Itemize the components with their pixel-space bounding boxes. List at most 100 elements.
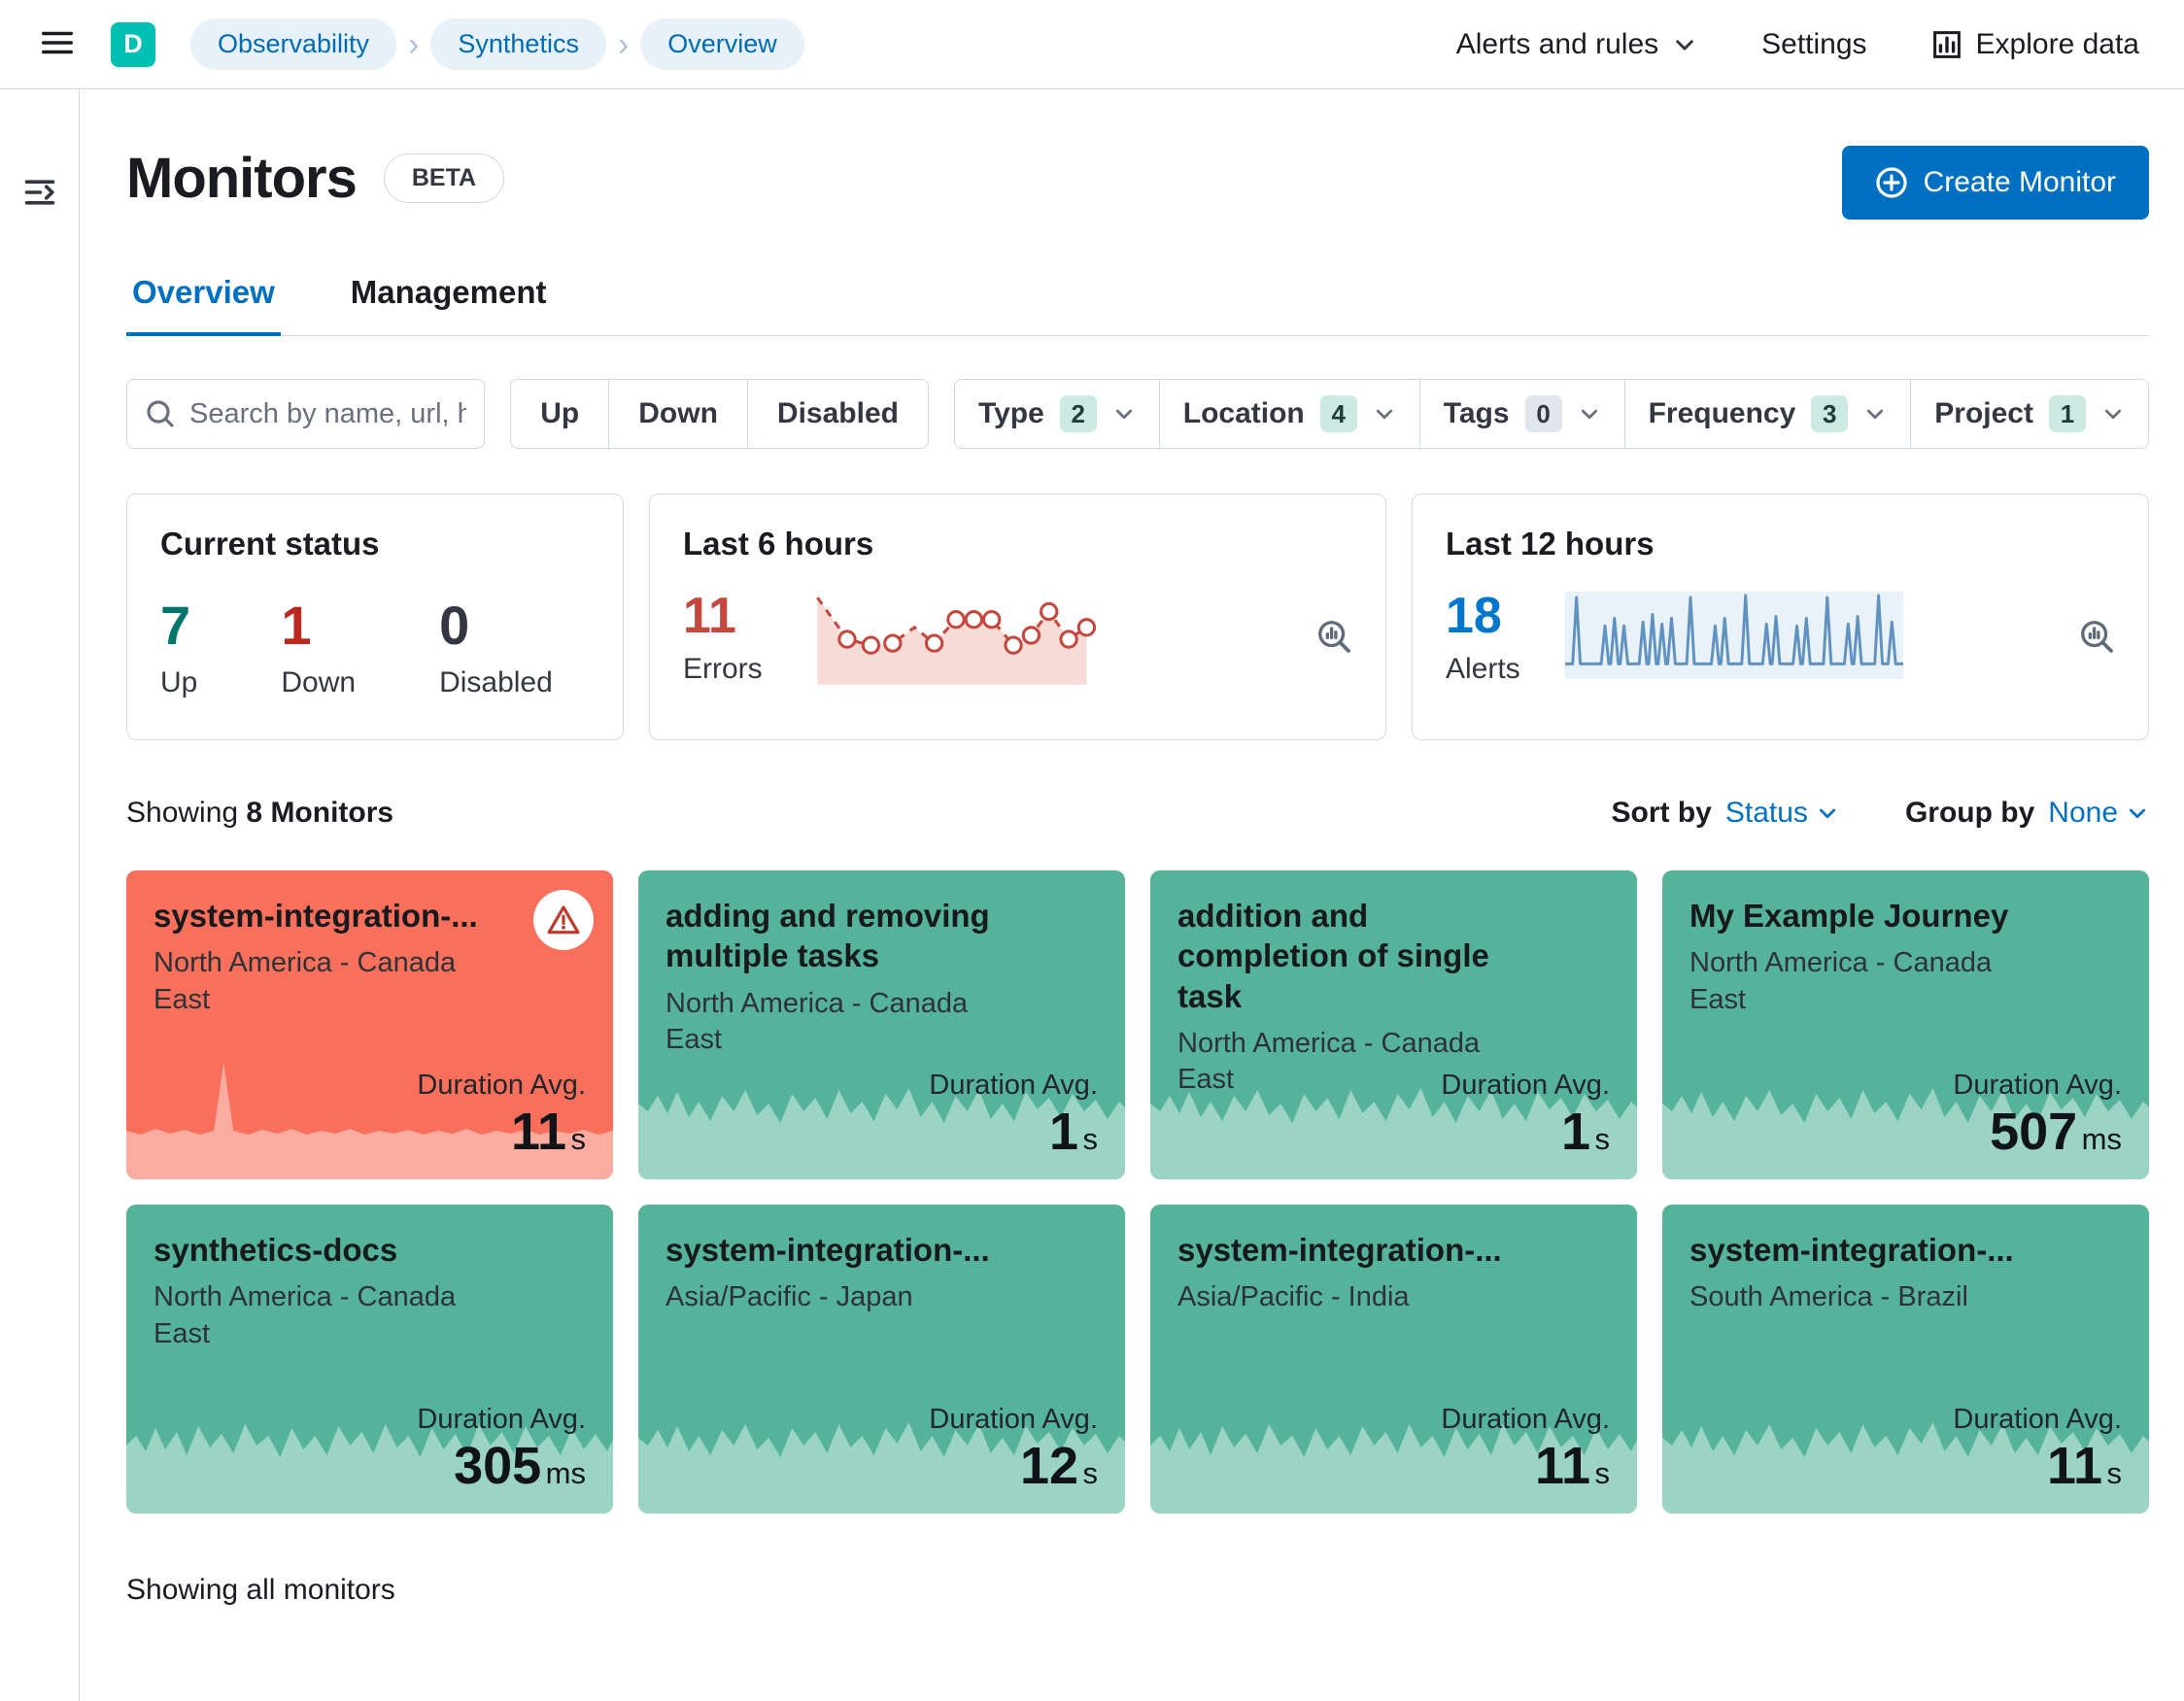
breadcrumb-synthetics[interactable]: Synthetics bbox=[430, 18, 606, 70]
filter-down-button[interactable]: Down bbox=[608, 379, 748, 449]
duration-average: Duration Avg. 1 s bbox=[1441, 1070, 1610, 1162]
showing-all-monitors-text: Showing all monitors bbox=[126, 1574, 395, 1606]
monitor-name: addition and completion of single task bbox=[1177, 898, 1489, 1014]
beta-badge: BETA bbox=[383, 153, 505, 203]
search-box[interactable] bbox=[126, 379, 486, 449]
group-by-select[interactable]: None bbox=[2048, 797, 2149, 830]
alerts-and-rules-menu[interactable]: Alerts and rules bbox=[1456, 28, 1697, 61]
tab-management[interactable]: Management bbox=[345, 274, 553, 336]
stat-disabled-label: Disabled bbox=[439, 666, 553, 698]
expand-sidebar-button[interactable] bbox=[22, 175, 57, 213]
search-icon bbox=[145, 398, 176, 429]
showing-count: Showing 8 Monitors bbox=[126, 797, 393, 830]
top-nav: Alerts and rules Settings Explore data bbox=[1456, 28, 2139, 61]
monitor-card[interactable]: synthetics-docs North America - Canada E… bbox=[126, 1205, 613, 1514]
monitor-card[interactable]: My Example Journey North America - Canad… bbox=[1662, 870, 2149, 1179]
group-by-label: Group by bbox=[1904, 797, 2035, 829]
monitor-name: system-integration-... bbox=[1177, 1232, 1502, 1268]
stat-up-label: Up bbox=[160, 666, 198, 698]
monitor-location: Asia/Pacific - Japan bbox=[665, 1281, 913, 1313]
duration-value: 11 bbox=[1534, 1437, 1591, 1495]
last-6-hours-panel: Last 6 hours 11 Errors bbox=[649, 493, 1386, 740]
duration-average-label: Duration Avg. bbox=[1953, 1070, 2122, 1101]
filter-location-dropdown[interactable]: Location 4 bbox=[1158, 379, 1420, 449]
errors-sparkline-chart bbox=[815, 596, 1096, 685]
main-content: Monitors BETA Create Monitor Overview Ma… bbox=[80, 89, 2184, 1701]
filter-project-dropdown[interactable]: Project 1 bbox=[1910, 379, 2149, 449]
filter-bar: Up Down Disabled Type 2 Location 4 bbox=[126, 379, 2149, 449]
filter-disabled-button[interactable]: Disabled bbox=[746, 379, 929, 449]
breadcrumb-separator-icon: › bbox=[408, 25, 420, 63]
stat-down-value: 1 bbox=[281, 595, 312, 656]
main-menu-button[interactable] bbox=[39, 24, 76, 64]
filter-tags-dropdown[interactable]: Tags 0 bbox=[1418, 379, 1625, 449]
breadcrumb-observability[interactable]: Observability bbox=[190, 18, 397, 70]
showing-prefix: Showing bbox=[126, 797, 239, 829]
sort-by-select[interactable]: Status bbox=[1725, 797, 1839, 830]
monitor-card[interactable]: system-integration-... Asia/Pacific - In… bbox=[1150, 1205, 1637, 1514]
stat-disabled: 0 Disabled bbox=[439, 594, 553, 699]
sort-by-value: Status bbox=[1724, 797, 1808, 829]
monitor-name: My Example Journey bbox=[1689, 898, 2009, 934]
duration-value: 305 bbox=[454, 1437, 542, 1495]
filter-type-dropdown[interactable]: Type 2 bbox=[953, 379, 1160, 449]
settings-link[interactable]: Settings bbox=[1761, 28, 1866, 61]
left-rail bbox=[0, 89, 80, 1701]
create-monitor-button[interactable]: Create Monitor bbox=[1841, 146, 2149, 220]
last-12-hours-title: Last 12 hours bbox=[1446, 526, 1655, 561]
monitor-name: adding and removing multiple tasks bbox=[665, 898, 990, 974]
duration-average-label: Duration Avg. bbox=[1441, 1404, 1610, 1435]
chevron-down-icon bbox=[1863, 402, 1887, 425]
group-by-control: Group by None bbox=[1905, 797, 2149, 830]
monitor-card[interactable]: system-integration-... South America - B… bbox=[1662, 1205, 2149, 1514]
chevron-down-icon bbox=[1672, 32, 1697, 57]
monitor-name: system-integration-... bbox=[665, 1232, 990, 1268]
search-input[interactable] bbox=[189, 397, 467, 430]
expand-sidebar-icon bbox=[22, 175, 57, 213]
duration-unit: s bbox=[2106, 1456, 2123, 1490]
explore-data-link[interactable]: Explore data bbox=[1931, 28, 2139, 61]
showing-count-value: 8 Monitors bbox=[246, 797, 394, 829]
duration-average: Duration Avg. 305 ms bbox=[417, 1404, 586, 1496]
monitor-name: synthetics-docs bbox=[154, 1232, 398, 1268]
duration-value: 11 bbox=[2046, 1437, 2103, 1495]
alert-triangle-icon bbox=[545, 902, 582, 938]
explore-data-label: Explore data bbox=[1975, 27, 2139, 60]
chevron-down-icon bbox=[1578, 402, 1601, 425]
duration-average: Duration Avg. 507 ms bbox=[1953, 1070, 2122, 1162]
monitor-card[interactable]: addition and completion of single task N… bbox=[1150, 870, 1637, 1179]
attribute-filter-group: Type 2 Location 4 Tags 0 Frequency 3 Pro… bbox=[953, 379, 2149, 449]
stat-down: 1 Down bbox=[281, 594, 356, 699]
inspect-errors-icon[interactable] bbox=[1315, 618, 1352, 655]
duration-unit: ms bbox=[2081, 1122, 2122, 1156]
chevron-down-icon bbox=[2126, 801, 2149, 825]
duration-unit: s bbox=[570, 1122, 587, 1156]
alerts-and-rules-label: Alerts and rules bbox=[1455, 27, 1659, 60]
duration-average-label: Duration Avg. bbox=[417, 1404, 586, 1435]
duration-value: 12 bbox=[1019, 1437, 1079, 1495]
duration-average: Duration Avg. 12 s bbox=[929, 1404, 1098, 1496]
warning-badge bbox=[533, 890, 594, 950]
current-status-title: Current status bbox=[160, 526, 380, 561]
stat-up-value: 7 bbox=[160, 595, 191, 656]
alerts-label: Alerts bbox=[1446, 653, 1520, 685]
duration-average-label: Duration Avg. bbox=[1953, 1404, 2122, 1435]
monitor-card[interactable]: system-integration-... Asia/Pacific - Ja… bbox=[638, 1205, 1125, 1514]
monitor-location: North America - Canada East bbox=[1689, 947, 1993, 1015]
monitor-card[interactable]: system-integration-... North America - C… bbox=[126, 870, 613, 1179]
inspect-alerts-icon[interactable] bbox=[2078, 618, 2115, 655]
top-header: D Observability › Synthetics › Overview … bbox=[0, 0, 2184, 89]
filter-frequency-dropdown[interactable]: Frequency 3 bbox=[1623, 379, 1912, 449]
stat-up: 7 Up bbox=[160, 594, 197, 699]
status-filter-group: Up Down Disabled bbox=[510, 379, 929, 449]
avatar[interactable]: D bbox=[111, 21, 155, 67]
duration-average: Duration Avg. 11 s bbox=[1953, 1404, 2122, 1496]
duration-value: 11 bbox=[510, 1103, 567, 1161]
breadcrumb-overview[interactable]: Overview bbox=[640, 18, 804, 70]
tab-overview[interactable]: Overview bbox=[126, 274, 281, 336]
monitor-location: North America - Canada East bbox=[154, 947, 457, 1015]
filter-up-button[interactable]: Up bbox=[510, 379, 610, 449]
filter-location-label: Location bbox=[1182, 397, 1305, 429]
duration-average-label: Duration Avg. bbox=[417, 1070, 586, 1101]
monitor-card[interactable]: adding and removing multiple tasks North… bbox=[638, 870, 1125, 1179]
